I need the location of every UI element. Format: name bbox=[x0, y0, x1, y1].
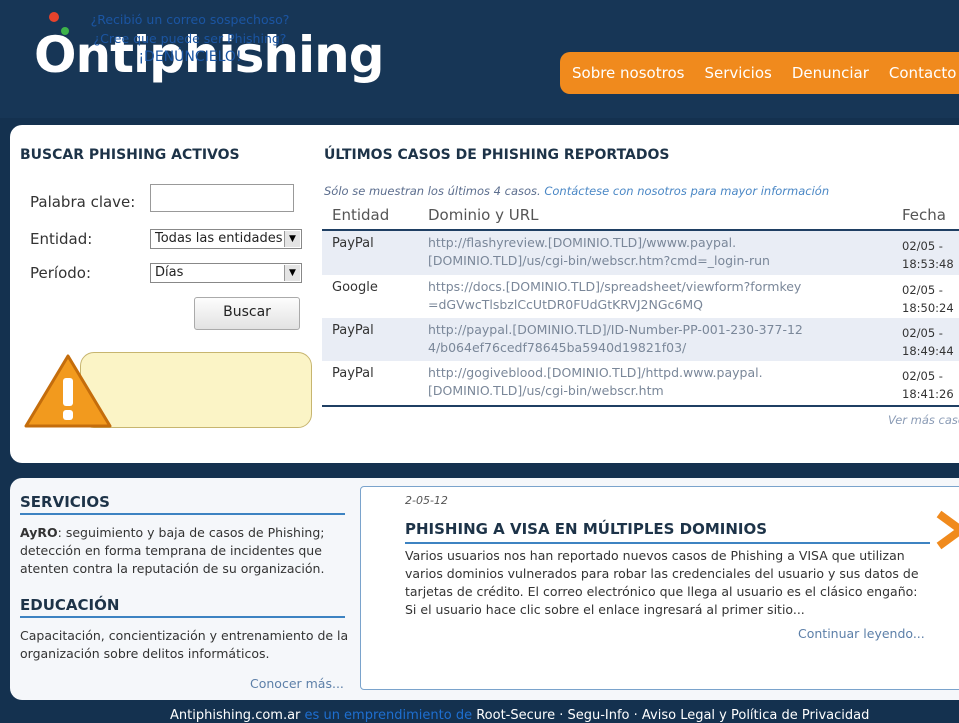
education-title: EDUCACIÓN bbox=[20, 596, 120, 614]
row-url[interactable]: http://flashyreview.[DOMINIO.TLD]/wwww.p… bbox=[428, 234, 808, 270]
table-row[interactable]: PayPal http://flashyreview.[DOMINIO.TLD]… bbox=[322, 231, 959, 275]
period-select-value: Días bbox=[155, 265, 184, 280]
report-line-1: ¿Recibió un correo sospechoso? bbox=[90, 12, 290, 27]
table-row[interactable]: Google https://docs.[DOMINIO.TLD]/spread… bbox=[322, 275, 959, 319]
row-entity: PayPal bbox=[332, 323, 374, 338]
education-underline bbox=[20, 616, 345, 618]
footer-links[interactable]: Root-Secure · Segu-Info · Aviso Legal y … bbox=[472, 708, 869, 723]
continue-reading-link[interactable]: Continuar leyendo... bbox=[798, 626, 925, 641]
report-cta[interactable]: ¡DENÚNCIELO! bbox=[80, 48, 300, 67]
latest-note-text: Sólo se muestran los últimos 4 casos. bbox=[324, 184, 541, 198]
see-more-cases-link[interactable]: Ver más casos bbox=[888, 413, 959, 427]
footer: Antiphishing.com.ar es un emprendimiento… bbox=[170, 708, 869, 723]
entity-select[interactable]: Todas las entidades ▼ bbox=[150, 229, 302, 249]
nav-contacto[interactable]: Contacto bbox=[889, 64, 957, 82]
keyword-input[interactable] bbox=[150, 184, 294, 212]
nav-servicios[interactable]: Servicios bbox=[704, 64, 771, 82]
report-bubble bbox=[80, 352, 312, 428]
col-header-date[interactable]: Fecha bbox=[902, 206, 946, 224]
news-date: 2-05-12 bbox=[405, 494, 448, 507]
footer-site-link[interactable]: Antiphishing.com.ar bbox=[170, 708, 305, 723]
report-banner[interactable] bbox=[22, 352, 312, 428]
report-line-2: ¿Cree que puede ser Phishing? bbox=[93, 31, 287, 46]
report-text[interactable]: ¿Recibió un correo sospechoso? ¿Cree que… bbox=[80, 10, 300, 67]
row-date: 02/05 - 18:49:44 bbox=[902, 326, 954, 358]
main-nav: Sobre nosotros Servicios Denunciar Conta… bbox=[560, 52, 959, 94]
row-entity: PayPal bbox=[332, 236, 374, 251]
row-url[interactable]: http://gogiveblood.[DOMINIO.TLD]/httpd.w… bbox=[428, 364, 808, 400]
table-row[interactable]: PayPal http://gogiveblood.[DOMINIO.TLD]/… bbox=[322, 361, 959, 405]
nav-sobre-nosotros[interactable]: Sobre nosotros bbox=[572, 64, 684, 82]
row-date: 02/05 - 18:41:26 bbox=[902, 369, 954, 401]
row-date: 02/05 - 18:53:48 bbox=[902, 239, 954, 271]
row-url[interactable]: https://docs.[DOMINIO.TLD]/spreadsheet/v… bbox=[428, 278, 808, 314]
nav-denunciar[interactable]: Denunciar bbox=[792, 64, 869, 82]
entity-label: Entidad: bbox=[30, 230, 93, 248]
table-row[interactable]: PayPal http://paypal.[DOMINIO.TLD]/ID-Nu… bbox=[322, 318, 959, 362]
col-header-entity[interactable]: Entidad bbox=[332, 206, 389, 224]
col-header-url[interactable]: Dominio y URL bbox=[428, 206, 539, 224]
entity-select-value: Todas las entidades bbox=[155, 231, 283, 246]
warning-icon bbox=[24, 354, 112, 428]
search-title: BUSCAR PHISHING ACTIVOS bbox=[20, 147, 240, 163]
dropdown-arrow-icon[interactable]: ▼ bbox=[284, 231, 300, 247]
period-label: Período: bbox=[30, 264, 92, 282]
news-title[interactable]: PHISHING A VISA EN MÚLTIPLES DOMINIOS bbox=[405, 520, 767, 538]
row-entity: PayPal bbox=[332, 366, 374, 381]
next-arrow-icon[interactable] bbox=[935, 510, 959, 550]
keyword-label: Palabra clave: bbox=[30, 193, 136, 211]
contact-link[interactable]: Contáctese con nosotros para mayor infor… bbox=[544, 184, 829, 198]
search-button[interactable]: Buscar bbox=[194, 297, 300, 330]
row-entity: Google bbox=[332, 280, 378, 295]
news-body: Varios usuarios nos han reportado nuevos… bbox=[405, 548, 919, 617]
services-description: : seguimiento y baja de casos de Phishin… bbox=[20, 525, 325, 576]
services-title: SERVICIOS bbox=[20, 493, 110, 511]
ayro-label: AyRO bbox=[20, 525, 58, 540]
education-text: Capacitación, concientización y entrenam… bbox=[20, 628, 349, 661]
row-url[interactable]: http://paypal.[DOMINIO.TLD]/ID-Number-PP… bbox=[428, 321, 808, 357]
services-text: AyRO: seguimiento y baja de casos de Phi… bbox=[20, 524, 350, 578]
row-date: 02/05 - 18:50:24 bbox=[902, 283, 954, 315]
latest-title: ÚLTIMOS CASOS DE PHISHING REPORTADOS bbox=[324, 147, 670, 163]
dropdown-arrow-icon[interactable]: ▼ bbox=[284, 265, 300, 281]
learn-more-link[interactable]: Conocer más... bbox=[250, 676, 344, 691]
latest-note: Sólo se muestran los últimos 4 casos. Co… bbox=[324, 184, 829, 198]
period-select[interactable]: Días ▼ bbox=[150, 263, 302, 283]
footer-highlight: es un emprendimiento de bbox=[304, 708, 473, 723]
table-bottom-border bbox=[322, 405, 959, 407]
services-underline bbox=[20, 513, 345, 515]
news-underline bbox=[405, 542, 930, 544]
